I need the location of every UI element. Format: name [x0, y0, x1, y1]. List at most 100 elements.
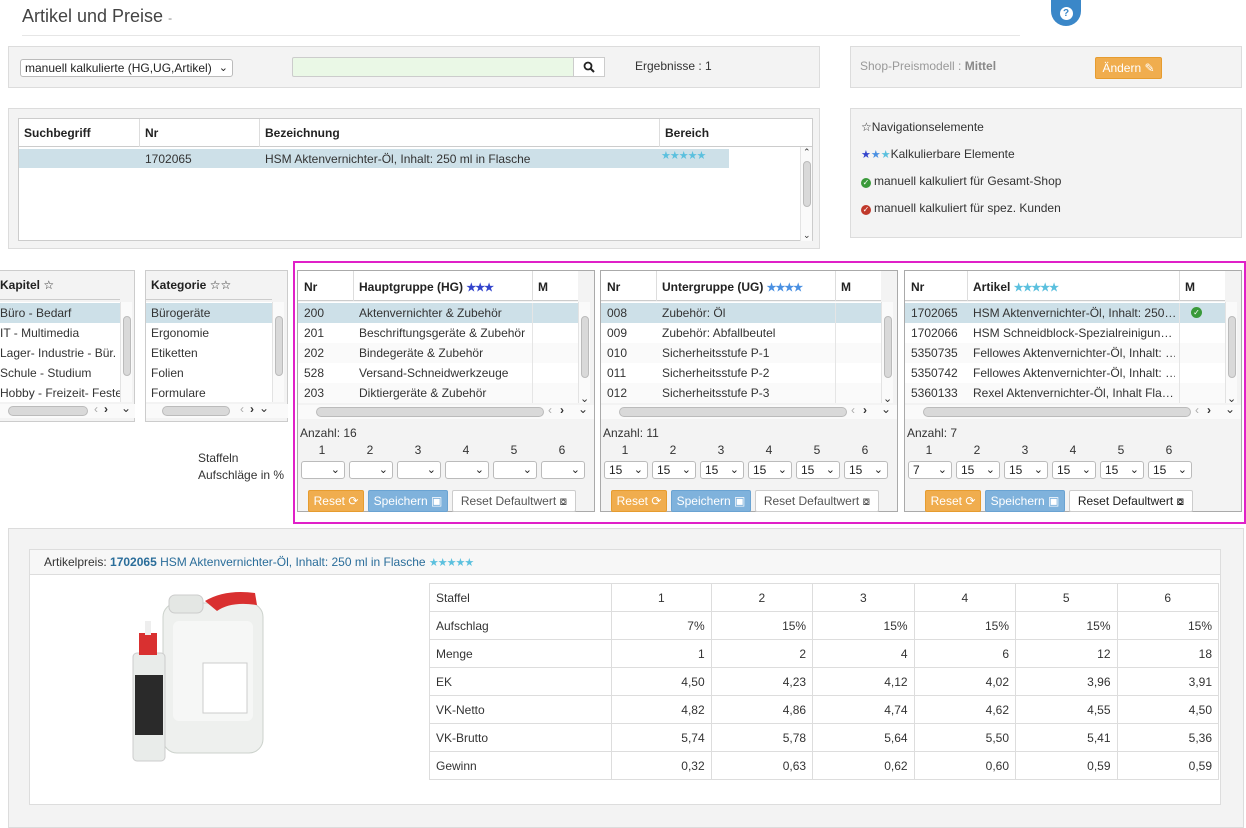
list-item[interactable]: Bürogeräte [146, 303, 272, 323]
table-row[interactable]: 1702065 HSM Aktenvernichter-Öl, Inhalt: … [905, 303, 1225, 323]
table-row[interactable]: 202 Bindegeräte & Zubehör [298, 343, 578, 363]
reset-default-button[interactable]: Reset Defaultwert ⧇ [452, 490, 576, 512]
reset-button[interactable]: Reset ⟳ [308, 490, 364, 512]
table-cell: 4,74 [812, 695, 915, 724]
table-row[interactable]: 5350742 Fellowes Aktenvernichter-Öl, Inh… [905, 363, 1225, 383]
table-row[interactable]: 012 Sicherheitsstufe P-3 [601, 383, 881, 403]
table-row[interactable]: 201 Beschriftungsgeräte & Zubehör [298, 323, 578, 343]
staffel-select[interactable]: 15 ⌄ [844, 461, 888, 479]
search-button[interactable] [573, 57, 605, 77]
row-label: Staffel [429, 583, 612, 612]
art-col-name[interactable]: Artikel ★★★★★ [973, 280, 1059, 294]
list-item[interactable]: Hobby - Freizeit- Feste [0, 383, 120, 403]
cell-name: Fellowes Aktenvernichter-Öl, Inhalt: … [973, 366, 1175, 380]
list-item[interactable]: Ergonomie [146, 323, 272, 343]
staffel-select[interactable]: ⌄ [493, 461, 537, 479]
table-row[interactable]: 1702066 HSM Schneidblock-Spezialreinigun… [905, 323, 1225, 343]
art-vscroll[interactable]: ⌄ [1225, 302, 1237, 405]
list-item[interactable]: Schule - Studium [0, 363, 120, 383]
save-button[interactable]: Speichern ▣ [368, 490, 448, 512]
results-scrollbar[interactable]: ⌃ ⌄ [800, 147, 812, 241]
staffel-select[interactable]: 15 ⌄ [1148, 461, 1192, 479]
table-cell: 15% [1015, 611, 1118, 640]
staffel-select[interactable]: 15 ⌄ [748, 461, 792, 479]
kategorie-header[interactable]: Kategorie ☆☆ [151, 278, 231, 292]
staffel-select[interactable]: ⌄ [445, 461, 489, 479]
staffel-select[interactable]: 15 ⌄ [796, 461, 840, 479]
camera-icon: ⧇ [1176, 494, 1185, 508]
staffel-select[interactable]: ⌄ [301, 461, 345, 479]
staffel-select[interactable]: 15 ⌄ [1052, 461, 1096, 479]
chevron-down-icon: ⌄ [522, 464, 532, 476]
kapitel-header[interactable]: Kapitel ☆ [0, 278, 54, 292]
hg-vscroll[interactable]: ⌄ [578, 302, 590, 405]
col-suchbegriff[interactable]: Suchbegriff [24, 126, 91, 140]
ug-col-nr[interactable]: Nr [607, 280, 620, 294]
ug-col-m[interactable]: M [841, 280, 851, 294]
ug-col-name[interactable]: Untergruppe (UG) ★★★★ [662, 280, 803, 294]
staffel-select[interactable]: 7 ⌄ [908, 461, 952, 479]
staffel-select[interactable]: 15 ⌄ [1100, 461, 1144, 479]
reset-button[interactable]: Reset ⟳ [925, 490, 981, 512]
list-item[interactable]: Lager- Industrie - Bür. [0, 343, 120, 363]
table-row[interactable]: 5360133 Rexel Aktenvernichter-Öl, Inhalt… [905, 383, 1225, 403]
table-row[interactable]: 011 Sicherheitsstufe P-2 [601, 363, 881, 383]
staffel-select[interactable]: 15 ⌄ [956, 461, 1000, 479]
ug-hscroll[interactable]: ‹ › ⌄ [601, 402, 897, 419]
search-input[interactable] [292, 57, 574, 77]
help-button[interactable]: ? [1051, 0, 1081, 26]
kategorie-hscroll[interactable]: ‹ › ⌄ [146, 401, 288, 418]
table-row[interactable]: 200 Aktenvernichter & Zubehör [298, 303, 578, 323]
kapitel-vscroll[interactable] [120, 302, 132, 402]
list-item[interactable]: IT - Multimedia [0, 323, 120, 343]
table-cell: 0,63 [710, 751, 814, 780]
cell-name: Bindegeräte & Zubehör [359, 346, 484, 360]
col-nr[interactable]: Nr [145, 126, 158, 140]
table-row[interactable]: 5350735 Fellowes Aktenvernichter-Öl, Inh… [905, 343, 1225, 363]
table-row[interactable]: 009 Zubehör: Abfallbeutel [601, 323, 881, 343]
staffel-select[interactable]: 15 ⌄ [652, 461, 696, 479]
product-image [132, 592, 264, 762]
table-row[interactable]: 1702065 HSM Aktenvernichter-Öl, Inhalt: … [19, 149, 729, 168]
check-green-icon: ✓ [1191, 307, 1202, 318]
mode-dropdown[interactable]: manuell kalkulierte (HG,UG,Artikel) ⌄ [20, 59, 233, 77]
staffel-select[interactable]: ⌄ [541, 461, 585, 479]
table-row[interactable]: 010 Sicherheitsstufe P-1 [601, 343, 881, 363]
staffel-number: 2 [366, 443, 374, 457]
col-bereich[interactable]: Bereich [665, 126, 709, 140]
hg-col-m[interactable]: M [538, 280, 548, 294]
art-col-m[interactable]: M [1185, 280, 1195, 294]
staffel-select[interactable]: 15 ⌄ [700, 461, 744, 479]
hg-col-name[interactable]: Hauptgruppe (HG) ★★★ [359, 280, 494, 294]
reset-default-button[interactable]: Reset Defaultwert ⧇ [1069, 490, 1193, 512]
chevron-down-icon: ⌄ [825, 464, 835, 476]
staffel-select[interactable]: ⌄ [397, 461, 441, 479]
kategorie-vscroll[interactable] [272, 302, 284, 402]
hg-col-nr[interactable]: Nr [304, 280, 317, 294]
staffel-select[interactable]: 15 ⌄ [604, 461, 648, 479]
list-item[interactable]: Büro - Bedarf [0, 303, 120, 323]
staffel-select[interactable]: 15 ⌄ [1004, 461, 1048, 479]
hg-hscroll[interactable]: ‹ › ⌄ [298, 402, 594, 419]
search-icon [583, 61, 595, 73]
col-bezeichnung[interactable]: Bezeichnung [265, 126, 340, 140]
art-hscroll[interactable]: ‹ › ⌄ [905, 402, 1241, 419]
list-item[interactable]: Formulare [146, 383, 272, 403]
ug-vscroll[interactable]: ⌄ [881, 302, 893, 405]
reset-default-button[interactable]: Reset Defaultwert ⧇ [755, 490, 879, 512]
list-item[interactable]: Folien [146, 363, 272, 383]
list-item[interactable]: Etiketten [146, 343, 272, 363]
reset-button[interactable]: Reset ⟳ [611, 490, 667, 512]
table-row[interactable]: 008 Zubehör: Öl [601, 303, 881, 323]
save-button[interactable]: Speichern ▣ [671, 490, 751, 512]
table-row[interactable]: 203 Diktiergeräte & Zubehör [298, 383, 578, 403]
change-button[interactable]: Ändern ✎ [1095, 57, 1162, 79]
save-button[interactable]: Speichern ▣ [985, 490, 1065, 512]
star-cyan-icon: ★ [880, 149, 891, 161]
kapitel-hscroll[interactable]: ‹ › ⌄ [0, 401, 135, 418]
art-col-nr[interactable]: Nr [911, 280, 924, 294]
staffel-select[interactable]: ⌄ [349, 461, 393, 479]
table-row[interactable]: 528 Versand-Schneidwerkzeuge [298, 363, 578, 383]
cell-nr: 012 [607, 386, 628, 400]
table-cell: 15% [913, 611, 1017, 640]
